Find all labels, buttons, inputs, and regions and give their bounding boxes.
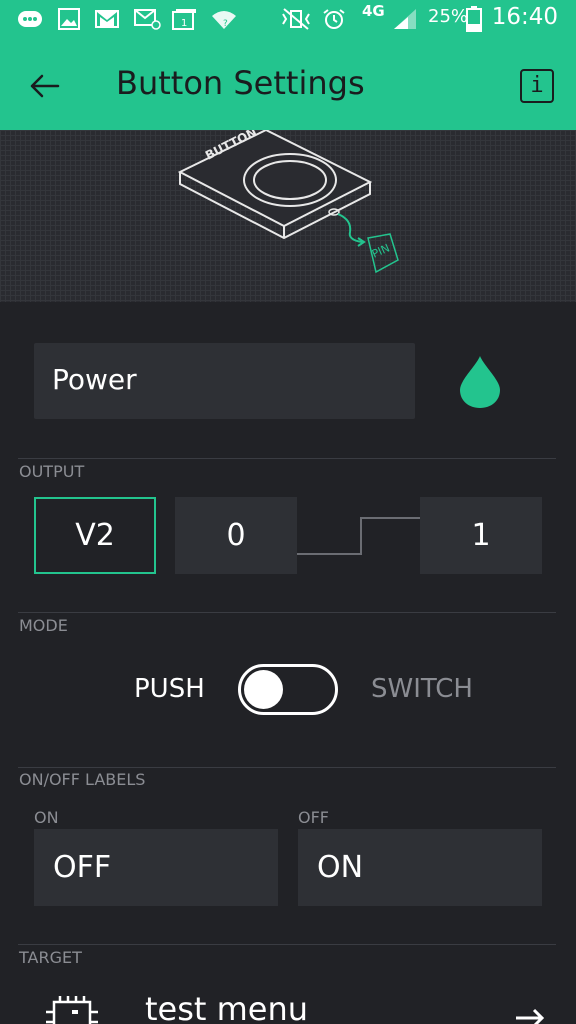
output-max-input[interactable]: 1: [420, 497, 542, 574]
vibrate-icon: [282, 8, 310, 30]
mode-toggle[interactable]: [238, 664, 338, 715]
arrow-right-icon: [516, 1008, 545, 1024]
calendar-icon: 1: [172, 9, 196, 30]
toggle-knob: [244, 670, 283, 709]
signal-icon: [394, 9, 416, 29]
divider: [18, 767, 556, 768]
output-min-input[interactable]: 0: [175, 497, 297, 574]
off-label-input[interactable]: ON: [298, 829, 542, 906]
battery-icon: [466, 6, 482, 32]
gmail-icon: [95, 10, 119, 28]
clock: 16:40: [491, 4, 558, 30]
email-icon: [134, 9, 161, 30]
mode-switch-label[interactable]: SWITCH: [371, 674, 473, 704]
button-device-illustration: BUTTON PIN: [177, 125, 399, 274]
pin-selector[interactable]: V2: [34, 497, 156, 574]
info-button[interactable]: i: [520, 69, 554, 103]
labels-section-label: ON/OFF LABELS: [19, 770, 146, 789]
off-label: OFF: [298, 808, 329, 827]
wifi-icon: ?: [212, 11, 236, 29]
target-name: test menu: [145, 990, 309, 1024]
on-label: ON: [34, 808, 59, 827]
widget-name-input[interactable]: Power: [34, 343, 415, 419]
app-bar: Button Settings i: [0, 40, 576, 130]
target-selector[interactable]: test menu: [0, 980, 576, 1024]
range-connector: [297, 517, 421, 555]
divider: [18, 612, 556, 613]
target-section-label: TARGET: [19, 948, 82, 967]
back-arrow-icon[interactable]: [24, 64, 68, 108]
widget-illustration: BUTTON PIN: [0, 125, 576, 302]
device-chip-icon: [46, 996, 98, 1024]
alarm-icon: [323, 9, 345, 29]
on-label-input[interactable]: OFF: [34, 829, 278, 906]
svg-text:?: ?: [223, 19, 228, 29]
battery-percent: 25%: [428, 6, 469, 27]
svg-text:1: 1: [181, 18, 187, 29]
divider: [18, 944, 556, 945]
output-section-label: OUTPUT: [19, 462, 85, 481]
status-bar: 1 ? 4G 25% 16:40: [0, 0, 576, 40]
divider: [18, 458, 556, 459]
color-picker-icon[interactable]: [458, 354, 502, 410]
gallery-icon: [58, 8, 80, 30]
page-title: Button Settings: [116, 64, 365, 102]
mode-section-label: MODE: [19, 616, 68, 635]
mode-push-label[interactable]: PUSH: [134, 674, 205, 704]
message-icon: [18, 11, 42, 27]
network-type: 4G: [362, 2, 385, 20]
pin-label: PIN: [370, 241, 392, 260]
